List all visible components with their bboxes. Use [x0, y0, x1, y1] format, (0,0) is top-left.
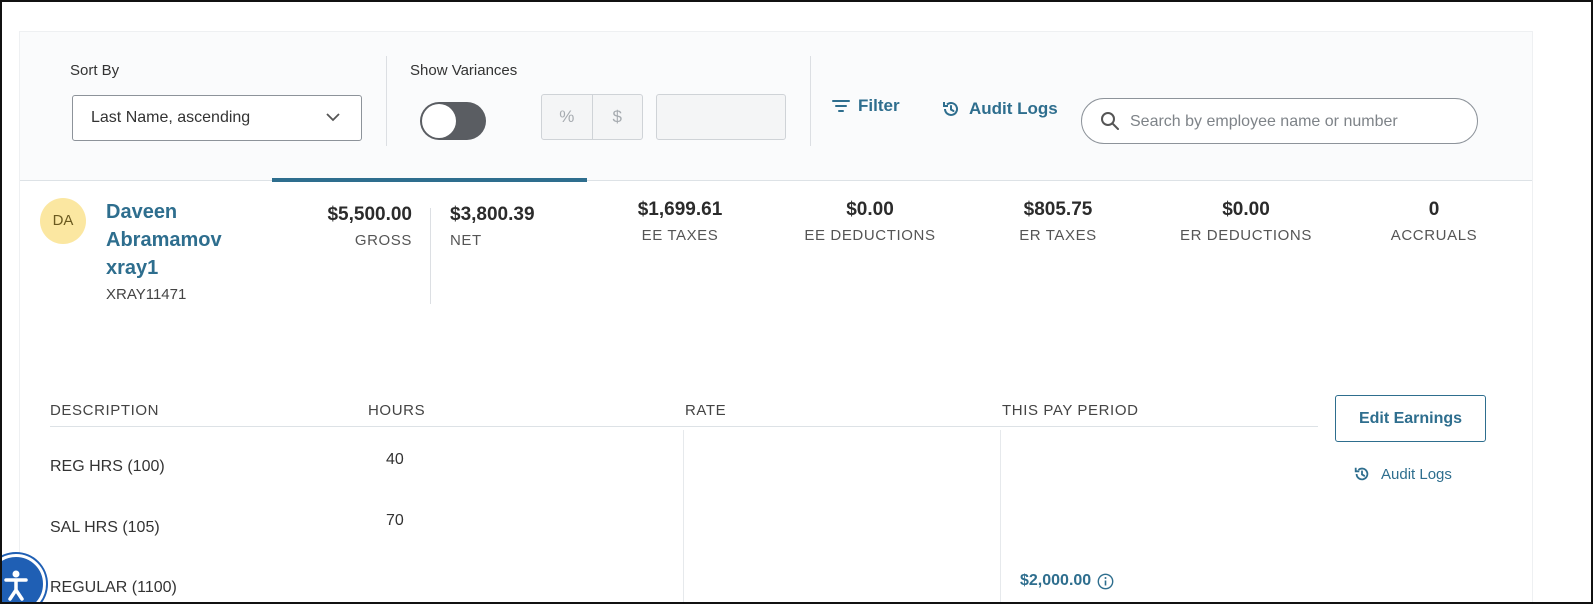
audit-logs-label: Audit Logs: [969, 99, 1058, 118]
avatar: DA: [40, 198, 86, 244]
percent-option[interactable]: %: [542, 95, 593, 139]
payroll-panel: Sort By Last Name, ascending Show Varian…: [20, 32, 1532, 602]
summary-label: ER TAXES: [1019, 227, 1097, 244]
summary-net[interactable]: $3,800.39 NET: [450, 204, 570, 249]
chevron-down-icon: [326, 113, 340, 122]
show-variances-toggle[interactable]: [420, 102, 486, 140]
summary-value: $3,800.39: [450, 204, 535, 225]
sort-select[interactable]: Last Name, ascending: [72, 95, 362, 141]
sort-by-label: Sort By: [70, 62, 120, 79]
edit-earnings-button[interactable]: Edit Earnings: [1335, 395, 1486, 442]
accessibility-button[interactable]: [2, 554, 46, 602]
active-summary-indicator: [272, 178, 587, 182]
filter-button[interactable]: Filter: [832, 96, 900, 116]
summary-value: $805.75: [1023, 199, 1093, 220]
variance-threshold-input[interactable]: [656, 94, 786, 140]
app-frame: Sort By Last Name, ascending Show Varian…: [0, 0, 1593, 604]
filter-icon: [832, 100, 850, 112]
column-header-this-pay-period: THIS PAY PERIOD: [1002, 402, 1139, 419]
summary-ee-deductions[interactable]: $0.00 EE DEDUCTIONS: [790, 199, 950, 244]
row-hours: 40: [386, 451, 404, 468]
amount-value: $2,000.00: [1020, 572, 1092, 589]
divider: [810, 56, 811, 146]
summary-gross[interactable]: $5,500.00 GROSS: [300, 204, 412, 249]
table-header-rule: [50, 426, 1318, 427]
summary-er-taxes[interactable]: $805.75 ER TAXES: [990, 199, 1126, 244]
row-description: REG HRS (100): [50, 458, 165, 475]
toggle-knob: [422, 104, 456, 138]
summary-label: ACCRUALS: [1390, 227, 1478, 244]
employee-id: XRAY11471: [106, 286, 187, 303]
column-divider: [1000, 430, 1001, 602]
summary-label: GROSS: [354, 232, 412, 249]
column-header-hours: HOURS: [368, 402, 426, 419]
summary-label: NET: [450, 232, 482, 249]
audit-logs-label: Audit Logs: [1381, 465, 1452, 483]
row-description: REGULAR (1100): [50, 579, 177, 596]
summary-value: $0.00: [1222, 199, 1270, 220]
summary-er-deductions[interactable]: $0.00 ER DEDUCTIONS: [1166, 199, 1326, 244]
earnings-audit-logs-link[interactable]: Audit Logs: [1353, 465, 1452, 483]
toolbar: Sort By Last Name, ascending Show Varian…: [20, 32, 1532, 181]
summary-divider: [430, 208, 431, 304]
search-icon: [1101, 112, 1119, 130]
employee-search[interactable]: [1081, 98, 1478, 144]
summary-label: EE TAXES: [641, 227, 719, 244]
column-header-description: DESCRIPTION: [50, 402, 160, 419]
filter-label: Filter: [858, 96, 900, 115]
audit-logs-button[interactable]: Audit Logs: [941, 99, 1058, 119]
variance-type-segment[interactable]: % $: [541, 94, 643, 140]
column-divider: [683, 430, 684, 602]
row-hours: 70: [386, 512, 404, 529]
summary-value: $1,699.61: [637, 199, 723, 220]
show-variances-label: Show Variances: [410, 62, 518, 79]
row-description: SAL HRS (105): [50, 519, 160, 536]
summary-value: $0.00: [846, 199, 894, 220]
row-amount: $2,000.00: [1020, 572, 1114, 590]
dollar-option[interactable]: $: [593, 95, 643, 139]
history-icon: [943, 101, 958, 116]
accessibility-icon: [4, 570, 28, 601]
summary-ee-taxes[interactable]: $1,699.61 EE TAXES: [610, 199, 750, 244]
divider: [386, 56, 387, 146]
info-icon[interactable]: [1097, 573, 1114, 590]
summary-value: 0: [1428, 199, 1440, 220]
column-header-rate: RATE: [685, 402, 727, 419]
summary-accruals[interactable]: 0 ACCRUALS: [1374, 199, 1494, 244]
history-icon: [1354, 467, 1369, 481]
summary-label: EE DEDUCTIONS: [804, 227, 936, 244]
sort-select-value: Last Name, ascending: [91, 109, 251, 126]
summary-label: ER DEDUCTIONS: [1180, 227, 1312, 244]
summary-value: $5,500.00: [327, 204, 412, 225]
employee-name-link[interactable]: Daveen Abramamov xray1: [106, 198, 266, 282]
search-input[interactable]: [1128, 109, 1462, 135]
